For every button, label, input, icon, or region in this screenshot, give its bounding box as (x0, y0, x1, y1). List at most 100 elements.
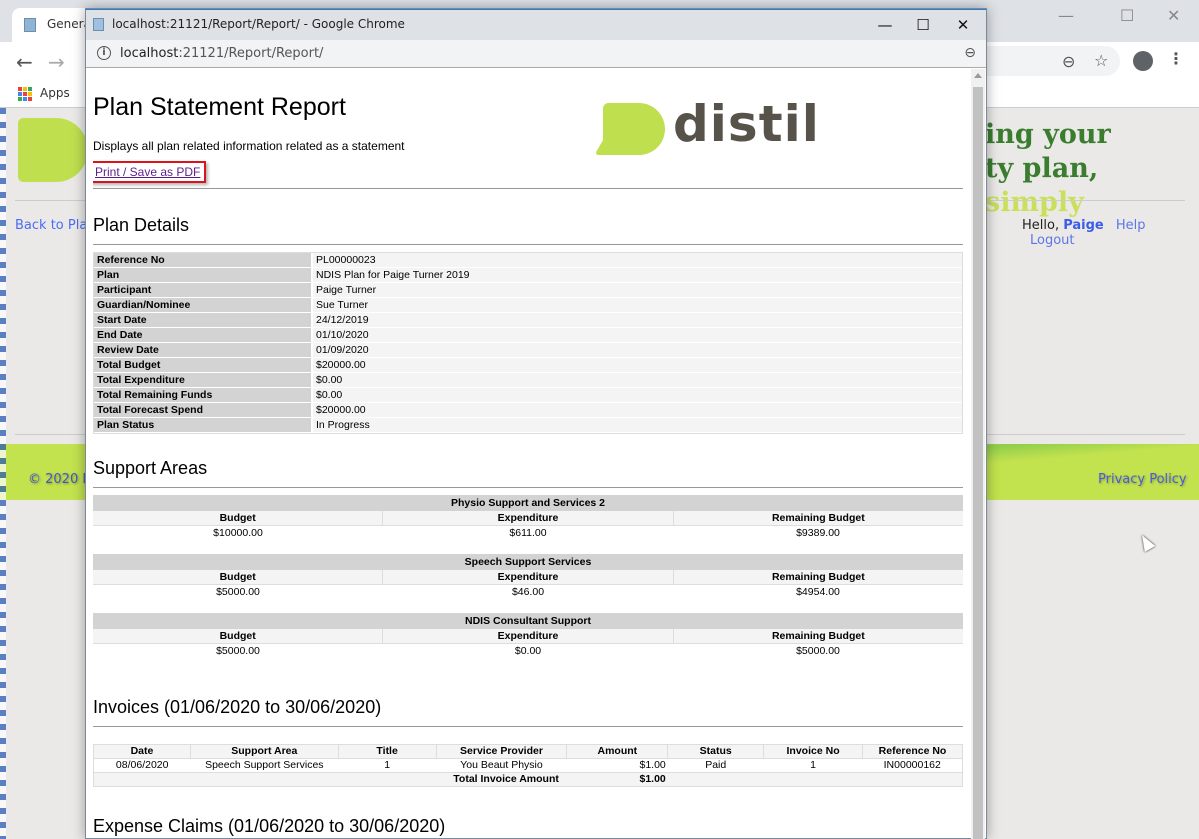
plan-detail-label: Guardian/Nominee (94, 298, 311, 313)
minimize-icon[interactable]: — (1058, 6, 1074, 25)
popup-titlebar[interactable]: localhost:21121/Report/Report/ - Google … (86, 9, 986, 40)
support-area-values: $10000.00 $611.00 $9389.00 (93, 526, 963, 541)
plan-detail-value: 01/10/2020 (311, 328, 962, 343)
zoom-out-icon[interactable]: ⊖ (1062, 52, 1075, 71)
invoices-table: Date Support Area Title Service Provider Amo… (93, 744, 963, 787)
invoice-total-spacer (667, 772, 963, 787)
invoice-total-amount: $1.00 (566, 772, 668, 787)
popup-address-bar[interactable]: i localhost:21121/Report/Report/ ⊖ (86, 40, 986, 68)
popup-url[interactable]: localhost:21121/Report/Report/ (120, 46, 323, 61)
invoices-heading: Invoices (01/06/2020 to 30/06/2020) (93, 697, 382, 717)
report-popup-window: localhost:21121/Report/Report/ - Google … (85, 8, 987, 839)
support-area-name: Speech Support Services (93, 554, 963, 570)
plan-detail-row: Total Remaining Funds $0.00 (94, 388, 962, 403)
plan-details-heading: Plan Details (93, 215, 190, 235)
support-area-column-headers: Budget Expenditure Remaining Budget (93, 511, 963, 526)
back-arrow-icon[interactable]: ← (16, 50, 33, 74)
invoices-column-header: Invoice No (763, 744, 864, 759)
page-icon (24, 18, 36, 32)
plan-detail-row: Total Expenditure $0.00 (94, 373, 962, 388)
zoom-out-icon[interactable]: ⊖ (964, 45, 976, 61)
invoices-header-row: Date Support Area Title Service Provider Amo… (93, 744, 963, 759)
plan-detail-value: $0.00 (311, 388, 962, 403)
invoices-column-header: Title (337, 744, 437, 759)
support-area-budget: $5000.00 (216, 586, 260, 598)
expense-claims-heading: Expense Claims (01/06/2020 to 30/06/2020… (93, 816, 446, 836)
logo-mark-icon (603, 103, 665, 155)
plan-detail-label: Total Budget (94, 358, 311, 373)
background-tagline: ing your ty plan, simply (985, 118, 1199, 220)
url-host: localhost (120, 46, 179, 61)
support-area-column-header: Budget (93, 511, 384, 526)
popup-window-title: localhost:21121/Report/Report/ - Google … (112, 17, 405, 31)
tagline-line-1: ing your (985, 119, 1111, 150)
support-area-block: NDIS Consultant Support Budget Expenditure… (93, 613, 963, 659)
popup-maximize-button[interactable]: ☐ (908, 14, 938, 36)
support-area-column-header: Remaining Budget (673, 570, 963, 585)
invoices-column-header: Reference No (862, 744, 963, 759)
support-area-column-header: Budget (93, 629, 384, 644)
divider (93, 726, 963, 727)
greeting-text: Hello, (1022, 218, 1064, 233)
support-area-values: $5000.00 $0.00 $5000.00 (93, 644, 963, 659)
star-icon[interactable]: ☆ (1094, 51, 1108, 70)
support-area-column-headers: Budget Expenditure Remaining Budget (93, 629, 963, 644)
help-link[interactable]: Help (1116, 218, 1146, 233)
logout-link[interactable]: Logout (1030, 233, 1075, 248)
support-area-column-header: Budget (93, 570, 384, 585)
scrollbar-thumb[interactable] (973, 87, 983, 839)
support-area-column-header: Remaining Budget (673, 511, 963, 526)
plan-detail-value: NDIS Plan for Paige Turner 2019 (311, 268, 962, 283)
divider (93, 188, 963, 189)
plan-detail-value: 01/09/2020 (311, 343, 962, 358)
maximize-icon[interactable]: ☐ (1120, 6, 1134, 25)
invoice-total-label: Total Invoice Amount (93, 772, 567, 787)
support-area-column-header: Expenditure (383, 629, 674, 644)
forward-arrow-icon[interactable]: → (48, 50, 65, 74)
logo-wordmark: distil (673, 95, 820, 153)
plan-detail-value: In Progress (311, 418, 962, 433)
scroll-up-arrow-icon[interactable] (974, 73, 982, 78)
plan-detail-label: Total Forecast Spend (94, 403, 311, 418)
apps-grid-icon[interactable] (18, 87, 32, 101)
report-description: Displays all plan related information re… (93, 139, 405, 153)
left-edge-strip (0, 108, 6, 839)
apps-label[interactable]: Apps (40, 86, 70, 100)
tagline-line-2: ty plan, (985, 153, 1099, 184)
plan-detail-row: Reference No PL00000023 (94, 253, 962, 268)
support-area-column-header: Remaining Budget (673, 629, 963, 644)
invoice-title: 1 (384, 759, 391, 771)
support-area-values: $5000.00 $46.00 $4954.00 (93, 585, 963, 600)
back-to-plan-link[interactable]: Back to Plan (15, 218, 96, 233)
privacy-policy-link[interactable]: Privacy Policy (1098, 472, 1187, 487)
invoices-column-header: Status (667, 744, 765, 759)
plan-detail-label: Reference No (94, 253, 311, 268)
menu-kebab-icon[interactable]: ⋮ (1168, 49, 1184, 68)
invoice-status: Paid (705, 759, 727, 771)
support-area-name: Physio Support and Services 2 (93, 495, 963, 511)
plan-detail-row: Review Date 01/09/2020 (94, 343, 962, 358)
invoice-invoice-no: 1 (810, 759, 816, 771)
user-name[interactable]: Paige (1063, 218, 1104, 233)
plan-detail-label: Participant (94, 283, 311, 298)
plan-detail-value: $0.00 (311, 373, 962, 388)
popup-close-button[interactable]: ✕ (948, 14, 978, 36)
support-area-remaining: $4954.00 (796, 586, 840, 598)
plan-detail-row: Total Budget $20000.00 (94, 358, 962, 373)
vertical-scrollbar[interactable] (971, 69, 985, 839)
support-area-budget: $10000.00 (213, 527, 263, 539)
print-save-pdf-link[interactable]: Print / Save as PDF (93, 161, 207, 183)
support-area-remaining: $5000.00 (796, 645, 840, 657)
popup-minimize-button[interactable]: — (870, 14, 900, 36)
plan-detail-label: Start Date (94, 313, 311, 328)
info-icon[interactable]: i (97, 46, 111, 60)
plan-detail-row: Plan Status In Progress (94, 418, 962, 433)
url-path: :21121/Report/Report/ (178, 46, 324, 61)
close-icon[interactable]: ✕ (1167, 6, 1180, 25)
background-omnibox[interactable]: ⊖ ☆ (980, 46, 1120, 76)
support-area-column-headers: Budget Expenditure Remaining Budget (93, 570, 963, 585)
plan-detail-row: Plan NDIS Plan for Paige Turner 2019 (94, 268, 962, 283)
profile-avatar-icon[interactable] (1133, 51, 1153, 71)
page-icon (93, 18, 104, 31)
support-area-name: NDIS Consultant Support (93, 613, 963, 629)
